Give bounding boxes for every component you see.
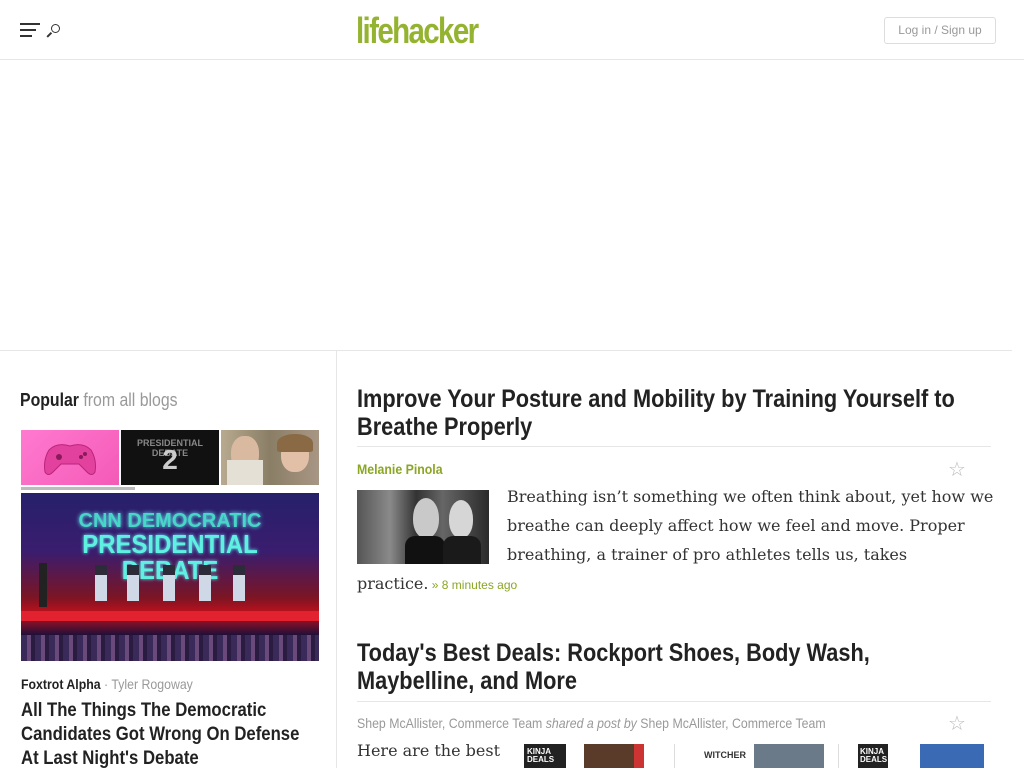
- mugshot-hair-2: [277, 434, 313, 452]
- deal-thumb[interactable]: KINJA DEALS: [858, 744, 984, 768]
- article-author[interactable]: Melanie Pinola: [357, 461, 443, 477]
- site-logo[interactable]: lifehacker: [356, 10, 479, 52]
- featured-image[interactable]: CNN DEMOCRATIC PRESIDENTIAL DEBATE: [21, 493, 319, 661]
- article-time-link[interactable]: » 8 minutes ago: [428, 578, 517, 592]
- featured-image-text-1: CNN DEMOCRATIC: [78, 510, 262, 532]
- mugshot-beard-1: [227, 460, 263, 485]
- popular-heading-strong: Popular: [20, 390, 79, 410]
- deal-thumb[interactable]: KINJA DEALS: [524, 744, 664, 768]
- title-rule: [357, 701, 991, 702]
- content-divider: [0, 350, 1012, 351]
- popular-thumb-3[interactable]: [221, 430, 319, 485]
- popular-thumb-2[interactable]: PRESIDENTIAL DEBATE 2: [121, 430, 219, 485]
- deal-label: KINJA DEALS: [860, 747, 888, 764]
- shared-text: shared a post by: [542, 715, 641, 731]
- deal-thumb[interactable]: WITCHER: [702, 744, 824, 768]
- podium: [95, 565, 107, 601]
- shared-author-link[interactable]: Shep McAllister, Commerce Team: [640, 715, 825, 731]
- controller-image: [44, 444, 96, 475]
- featured-author-link[interactable]: Tyler Rogoway: [111, 676, 192, 692]
- article-author-link[interactable]: Shep McAllister, Commerce Team: [357, 715, 542, 731]
- popular-thumb-1[interactable]: [21, 430, 119, 485]
- star-icon[interactable]: ☆: [947, 713, 967, 733]
- podium: [199, 565, 211, 601]
- deal-label: KINJA DEALS: [527, 747, 555, 764]
- article-title[interactable]: Improve Your Posture and Mobility by Tra…: [357, 385, 979, 441]
- article-excerpt-tail: practice. » 8 minutes ago: [357, 569, 517, 600]
- deal-label: WITCHER: [704, 750, 746, 760]
- article-title[interactable]: Today's Best Deals: Rockport Shoes, Body…: [357, 639, 979, 695]
- stage-lights: [21, 611, 319, 621]
- article-excerpt: Breathing isn’t something we often think…: [507, 487, 994, 564]
- moderator-figure: [39, 563, 47, 607]
- star-icon[interactable]: ☆: [947, 459, 967, 479]
- article-author-line: Shep McAllister, Commerce Team shared a …: [357, 715, 826, 731]
- ad-banner-space: [0, 60, 1024, 350]
- popular-heading: Popular from all blogs: [20, 390, 178, 411]
- article-image[interactable]: [357, 490, 489, 564]
- source-separator: ·: [100, 676, 112, 692]
- hamburger-menu-icon[interactable]: [20, 23, 40, 37]
- podium: [163, 565, 175, 601]
- search-icon[interactable]: [46, 24, 60, 38]
- carousel-indicator: [21, 487, 135, 490]
- sidebar-divider: [336, 350, 337, 768]
- login-signup-button[interactable]: Log in / Sign up: [884, 17, 996, 44]
- excerpt-tail-text: practice.: [357, 574, 429, 593]
- deal-divider: [838, 744, 839, 768]
- title-rule: [357, 446, 991, 447]
- deal-divider: [674, 744, 675, 768]
- podium: [233, 565, 245, 601]
- audience: [21, 635, 319, 661]
- featured-headline[interactable]: All The Things The Democratic Candidates…: [21, 699, 316, 768]
- thumb-2-number: 2: [162, 444, 178, 475]
- featured-source: Foxtrot Alpha · Tyler Rogoway: [21, 676, 193, 692]
- article-excerpt: Here are the best: [357, 741, 501, 760]
- featured-blog-link[interactable]: Foxtrot Alpha: [21, 676, 101, 692]
- popular-heading-muted: from all blogs: [78, 390, 178, 410]
- site-header: lifehacker Log in / Sign up: [0, 0, 1024, 60]
- podium: [127, 565, 139, 601]
